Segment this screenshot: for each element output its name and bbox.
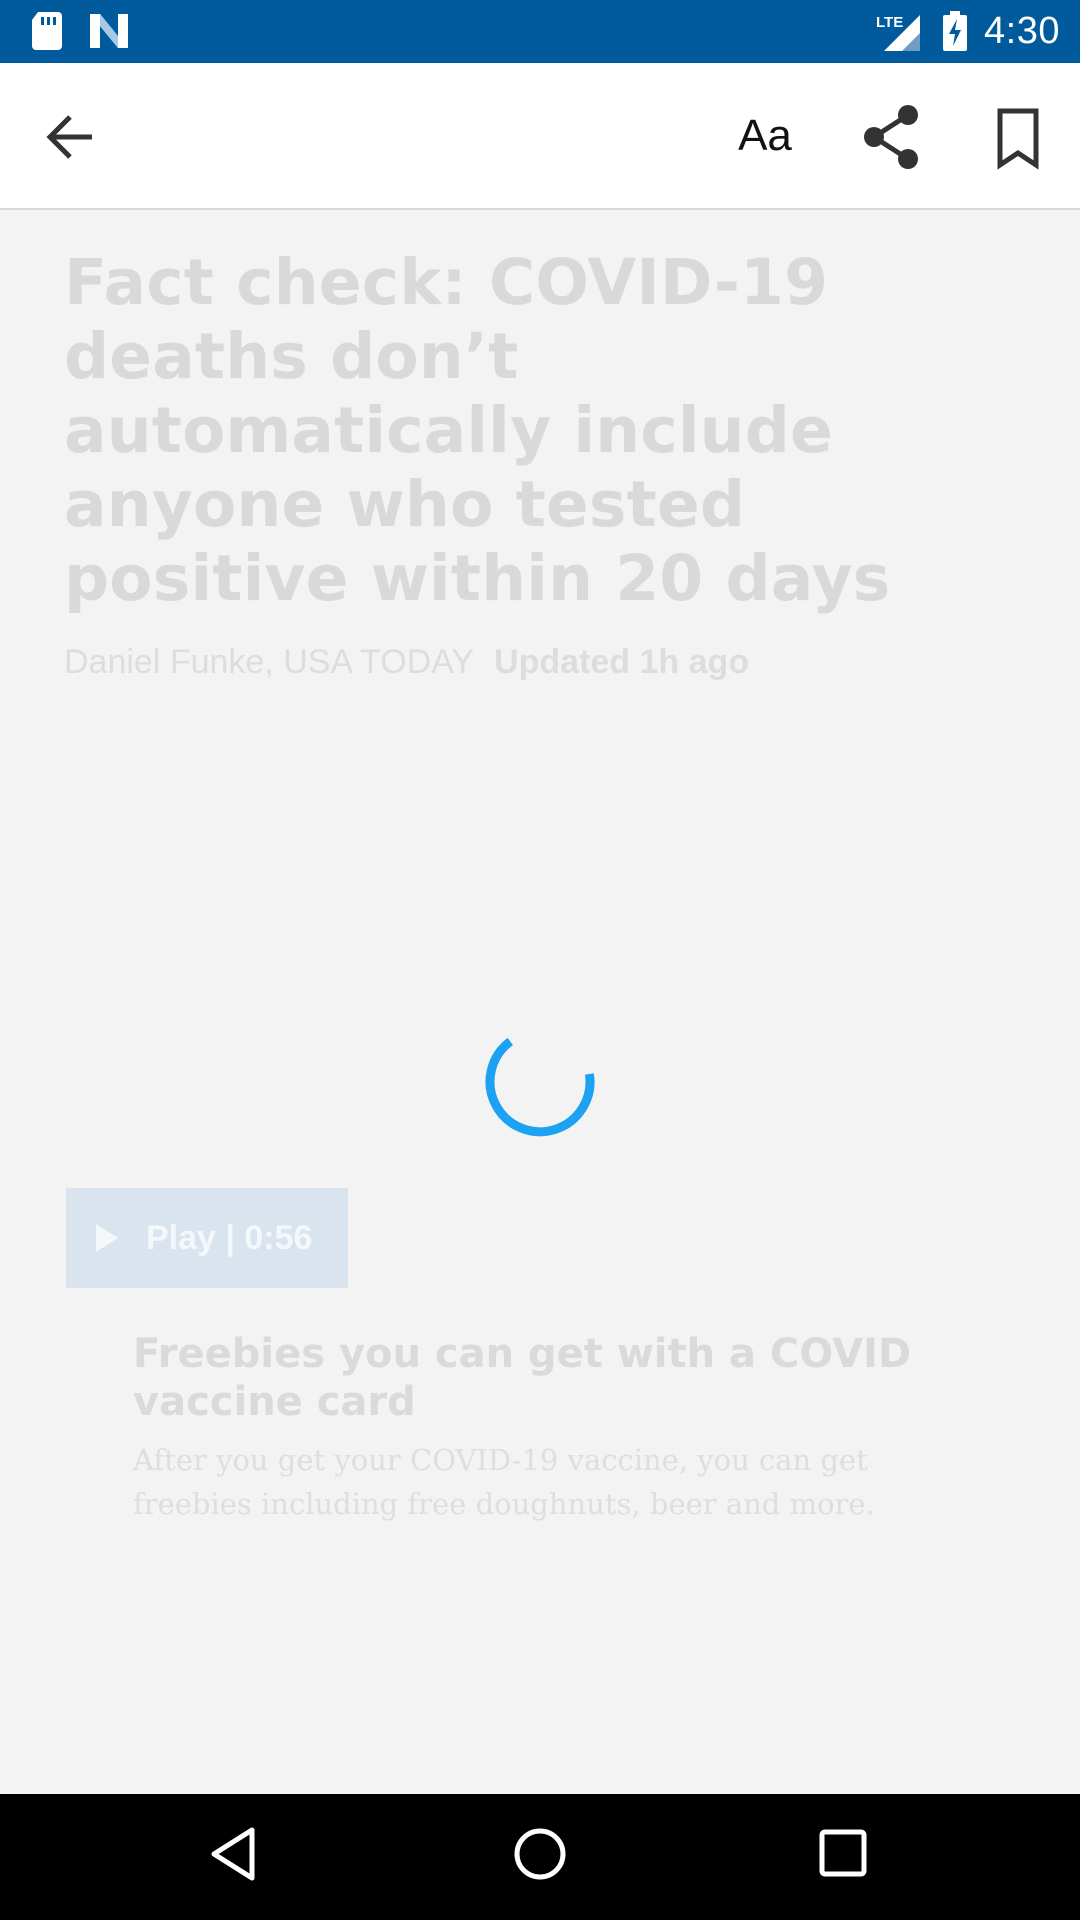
nav-back-button[interactable] bbox=[208, 1826, 258, 1887]
loading-spinner bbox=[485, 1037, 595, 1137]
bookmark-icon bbox=[997, 108, 1039, 170]
video-play-button[interactable]: Play | 0:56 bbox=[66, 1188, 348, 1288]
battery-charging-icon bbox=[942, 11, 968, 56]
text-size-button[interactable]: Aa bbox=[720, 103, 810, 169]
news-app-icon bbox=[90, 14, 130, 53]
system-navigation-bar bbox=[0, 1794, 1080, 1920]
lte-signal-icon: LTE bbox=[874, 11, 922, 58]
nav-back-icon bbox=[211, 1827, 255, 1881]
nav-recents-icon bbox=[819, 1829, 867, 1877]
video-play-label: Play | 0:56 bbox=[146, 1219, 313, 1257]
sd-card-icon bbox=[32, 12, 62, 55]
article-content: Fact check: COVID-19 deaths don’t automa… bbox=[0, 210, 1080, 1794]
nav-home-icon bbox=[514, 1828, 566, 1880]
nav-home-button[interactable] bbox=[512, 1826, 568, 1887]
play-icon bbox=[96, 1224, 118, 1252]
share-button[interactable] bbox=[860, 103, 924, 171]
share-icon bbox=[864, 105, 918, 169]
article-toolbar: Aa bbox=[0, 63, 1080, 210]
status-bar-clock: 4:30 bbox=[984, 10, 1060, 52]
bookmark-button[interactable] bbox=[990, 107, 1046, 171]
spinner-arc bbox=[485, 1037, 595, 1137]
article-byline: Daniel Funke, USA TODAY Updated 1h ago bbox=[64, 641, 749, 683]
article-headline: Fact check: COVID-19 deaths don’t automa… bbox=[64, 246, 891, 615]
back-button[interactable] bbox=[40, 107, 108, 167]
article-author: Daniel Funke, USA TODAY bbox=[64, 643, 475, 681]
video-description: After you get your COVID-19 vaccine, you… bbox=[133, 1443, 875, 1521]
video-title: Freebies you can get with a COVID vaccin… bbox=[133, 1331, 912, 1425]
svg-text:LTE: LTE bbox=[876, 14, 903, 31]
back-arrow-icon bbox=[46, 115, 92, 159]
nav-recents-button[interactable] bbox=[818, 1828, 868, 1883]
article-updated-time: Updated 1h ago bbox=[494, 643, 750, 681]
status-bar: LTE 4:30 bbox=[0, 0, 1080, 63]
